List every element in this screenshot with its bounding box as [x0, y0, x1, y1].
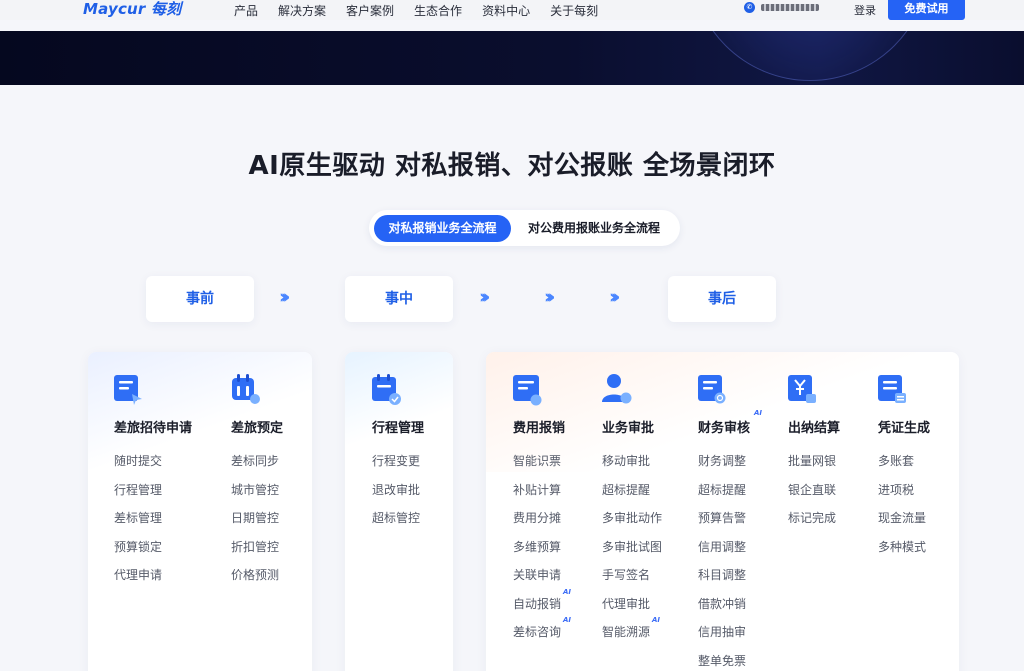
feature-item: 差标同步 — [231, 454, 280, 468]
feature-item: 进项税 — [878, 482, 915, 497]
nav-item-products[interactable]: 产品 — [234, 2, 258, 19]
chevron-right-icon: ››› — [544, 286, 555, 308]
column-title: 出纳结算 — [788, 421, 841, 436]
feature-item: 智能识票 — [513, 454, 562, 468]
chevron-right-icon: ››› — [479, 286, 490, 308]
itinerary-icon — [372, 372, 402, 406]
process-toggle: 对私报销业务全流程 对公费用报账业务全流程 — [369, 210, 680, 246]
feature-item: 超标提醒 — [602, 482, 651, 497]
feature-item: 城市管控 — [231, 482, 280, 497]
nav-item-resources[interactable]: 资料中心 — [482, 2, 530, 19]
feature-item: 预算告警 — [698, 511, 747, 525]
column-title: 差旅预定 — [231, 421, 284, 436]
phone-contact: ✆ — [744, 2, 819, 13]
expense-icon — [513, 372, 543, 406]
nav-item-solutions[interactable]: 解决方案 — [278, 2, 326, 19]
free-trial-button[interactable]: 免费试用 — [888, 0, 965, 20]
travel-booking-icon — [231, 372, 261, 406]
phone-icon: ✆ — [744, 2, 755, 13]
main-nav: 产品 解决方案 客户案例 生态合作 资料中心 关于每刻 — [234, 2, 618, 19]
feature-item: 多审批动作 — [602, 511, 663, 525]
stage-before: 事前 — [146, 276, 254, 322]
login-link[interactable]: 登录 — [854, 2, 876, 18]
chevron-right-icon: ››› — [279, 286, 290, 308]
feature-item: 整单免票 — [698, 653, 747, 668]
feature-item: 财务调整 — [698, 454, 747, 468]
feature-item: 日期管控 — [231, 511, 280, 525]
hero-glow-decoration — [690, 31, 930, 81]
column-finance-audit: AI 财务审核 财务调整 超标提醒 预算告警 信用调整 科目调整 借款冲销 信用… — [698, 372, 762, 668]
column-title: 差旅招待申请 — [114, 421, 193, 436]
ai-badge: AI — [754, 409, 763, 417]
section-headline: AI原生驱动 对私报销、对公报账 全场景闭环 — [248, 151, 776, 181]
feature-item: 银企直联 — [788, 482, 837, 497]
chevron-right-icon: ››› — [609, 286, 620, 308]
hero-banner — [0, 31, 1024, 85]
feature-item: 信用调整 — [698, 539, 747, 554]
column-travel-request: 差旅招待申请 随时提交 行程管理 差标管理 预算锁定 代理申请 — [114, 372, 192, 582]
feature-item: 多维预算 — [513, 539, 562, 554]
stage-after: 事后 — [668, 276, 776, 322]
column-travel-booking: 差旅预定 差标同步 城市管控 日期管控 折扣管控 价格预测 — [231, 372, 283, 582]
feature-item-label: 智能溯源 — [602, 625, 651, 639]
phone-number-redacted — [761, 4, 819, 11]
feature-item: 多种模式 — [878, 539, 927, 554]
approval-icon — [602, 372, 632, 406]
voucher-icon — [878, 372, 908, 406]
feature-item: 费用分摊 — [513, 511, 562, 525]
tab-corporate-reimbursement[interactable]: 对公费用报账业务全流程 — [519, 215, 669, 242]
feature-item: 补贴计算 — [513, 482, 562, 497]
nav-item-ecosystem[interactable]: 生态合作 — [414, 2, 462, 19]
feature-item: 科目调整 — [698, 568, 747, 582]
nav-item-cases[interactable]: 客户案例 — [346, 2, 394, 19]
feature-item: 批量网银 — [788, 454, 837, 468]
feature-item: 信用抽审 — [698, 625, 747, 639]
feature-item: 预算锁定 — [114, 539, 163, 554]
feature-item: 多审批试图 — [602, 539, 663, 554]
column-title: 财务审核 — [698, 421, 751, 436]
maycur-logo[interactable]: Maycur 每刻 — [83, 0, 181, 19]
cashier-icon — [788, 372, 818, 406]
feature-item: 多账套 — [878, 454, 915, 468]
column-title: 业务审批 — [602, 421, 655, 436]
column-title: 行程管理 — [372, 421, 425, 436]
feature-item: 现金流量 — [878, 511, 927, 525]
feature-item: 标记完成 — [788, 511, 837, 525]
feature-item: 超标提醒 — [698, 482, 747, 497]
feature-item: 折扣管控 — [231, 539, 280, 554]
feature-item: 退改审批 — [372, 482, 421, 497]
feature-item: 行程变更 — [372, 454, 421, 468]
feature-item: 差标咨询 AI — [513, 616, 571, 652]
feature-item: 自动报销 AI — [513, 588, 571, 624]
feature-item: 差标管理 — [114, 511, 163, 525]
feature-item: 关联申请 — [513, 568, 562, 582]
finance-audit-icon — [698, 372, 728, 406]
top-navigation: Maycur 每刻 产品 解决方案 客户案例 生态合作 资料中心 关于每刻 ✆ … — [0, 0, 1024, 20]
ai-badge: AI — [563, 587, 572, 596]
feature-item: 智能溯源 AI — [602, 616, 662, 652]
column-title: 凭证生成 — [878, 421, 931, 436]
feature-item: 代理申请 — [114, 568, 163, 582]
tab-private-reimbursement[interactable]: 对私报销业务全流程 — [374, 215, 511, 242]
ai-badge: AI — [652, 616, 661, 624]
nav-item-about[interactable]: 关于每刻 — [550, 2, 598, 19]
stage-during: 事中 — [345, 276, 453, 322]
feature-item-label: 自动报销 — [513, 596, 562, 611]
column-approval: 业务审批 移动审批 超标提醒 多审批动作 多审批试图 手写签名 代理审批 智能溯… — [602, 372, 662, 639]
ai-badge: AI — [563, 616, 572, 624]
feature-item: 随时提交 — [114, 454, 163, 468]
column-cashier: 出纳结算 批量网银 银企直联 标记完成 — [788, 372, 840, 525]
feature-item: 超标管控 — [372, 511, 421, 525]
feature-item: 价格预测 — [231, 568, 280, 582]
travel-request-icon — [114, 372, 144, 406]
feature-item: 借款冲销 — [698, 596, 747, 611]
feature-item: 移动审批 — [602, 454, 651, 468]
column-title: 费用报销 — [513, 421, 566, 436]
column-itinerary: 行程管理 行程变更 退改审批 超标管控 — [372, 372, 424, 525]
feature-item-label: 差标咨询 — [513, 625, 562, 639]
column-voucher: 凭证生成 多账套 进项税 现金流量 多种模式 — [878, 372, 930, 554]
column-expense: 费用报销 智能识票 补贴计算 费用分摊 多维预算 关联申请 自动报销 AI 差标咨… — [513, 372, 571, 639]
feature-item: 手写签名 — [602, 568, 651, 582]
feature-item: 行程管理 — [114, 482, 163, 497]
